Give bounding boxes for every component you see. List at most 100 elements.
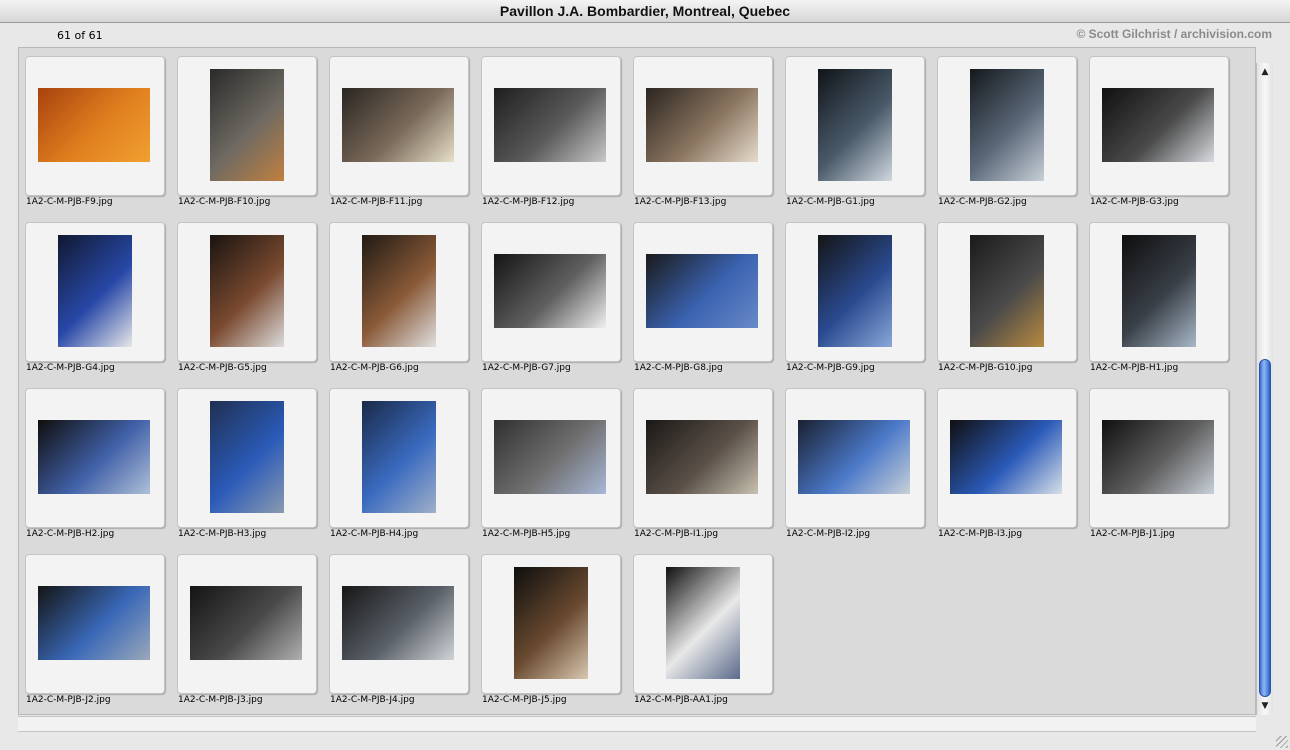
thumbnail-slide[interactable]: [329, 222, 469, 362]
thumbnail-item[interactable]: 1A2-C-M-PJB-H2.jpg: [25, 388, 175, 548]
thumbnail-image[interactable]: [818, 235, 892, 347]
thumbnail-caption: 1A2-C-M-PJB-G8.jpg: [634, 363, 723, 373]
thumbnail-image[interactable]: [342, 88, 454, 162]
thumbnail-item[interactable]: 1A2-C-M-PJB-G2.jpg: [937, 56, 1087, 216]
thumbnail-slide[interactable]: [633, 56, 773, 196]
thumbnail-image[interactable]: [494, 88, 606, 162]
thumbnail-slide[interactable]: [329, 388, 469, 528]
thumbnail-slide[interactable]: [177, 222, 317, 362]
thumbnail-item[interactable]: 1A2-C-M-PJB-H4.jpg: [329, 388, 479, 548]
thumbnail-item[interactable]: 1A2-C-M-PJB-G6.jpg: [329, 222, 479, 382]
thumbnail-slide[interactable]: [633, 388, 773, 528]
thumbnail-image[interactable]: [38, 420, 150, 494]
thumbnail-item[interactable]: 1A2-C-M-PJB-J3.jpg: [177, 554, 327, 714]
thumbnail-slide[interactable]: [177, 554, 317, 694]
thumbnail-slide[interactable]: [937, 56, 1077, 196]
thumbnail-image[interactable]: [494, 254, 606, 328]
thumbnail-image[interactable]: [210, 69, 284, 181]
thumbnail-item[interactable]: 1A2-C-M-PJB-H5.jpg: [481, 388, 631, 548]
thumbnail-image[interactable]: [646, 88, 758, 162]
thumbnail-image[interactable]: [646, 420, 758, 494]
thumbnail-slide[interactable]: [481, 388, 621, 528]
thumbnail-item[interactable]: 1A2-C-M-PJB-H3.jpg: [177, 388, 327, 548]
thumbnail-item[interactable]: 1A2-C-M-PJB-G5.jpg: [177, 222, 327, 382]
thumbnail-item[interactable]: 1A2-C-M-PJB-F11.jpg: [329, 56, 479, 216]
thumbnail-slide[interactable]: [25, 222, 165, 362]
thumbnail-item[interactable]: 1A2-C-M-PJB-J5.jpg: [481, 554, 631, 714]
thumbnail-slide[interactable]: [177, 56, 317, 196]
thumbnail-image[interactable]: [38, 88, 150, 162]
thumbnail-slide[interactable]: [785, 56, 925, 196]
thumbnail-slide[interactable]: [937, 388, 1077, 528]
thumbnail-image[interactable]: [362, 235, 436, 347]
thumbnail-item[interactable]: 1A2-C-M-PJB-G1.jpg: [785, 56, 935, 216]
thumbnail-item[interactable]: 1A2-C-M-PJB-G3.jpg: [1089, 56, 1239, 216]
thumbnail-item[interactable]: 1A2-C-M-PJB-G8.jpg: [633, 222, 783, 382]
thumbnail-caption: 1A2-C-M-PJB-F13.jpg: [634, 197, 727, 207]
thumbnail-item[interactable]: 1A2-C-M-PJB-F12.jpg: [481, 56, 631, 216]
thumbnail-image[interactable]: [210, 401, 284, 513]
thumbnail-slide[interactable]: [177, 388, 317, 528]
thumbnail-item[interactable]: 1A2-C-M-PJB-J1.jpg: [1089, 388, 1239, 548]
thumbnail-image[interactable]: [362, 401, 436, 513]
thumbnail-image[interactable]: [646, 254, 758, 328]
thumbnail-item[interactable]: 1A2-C-M-PJB-G7.jpg: [481, 222, 631, 382]
thumbnail-slide[interactable]: [633, 222, 773, 362]
thumbnail-image[interactable]: [970, 69, 1044, 181]
thumbnail-item[interactable]: 1A2-C-M-PJB-H1.jpg: [1089, 222, 1239, 382]
thumbnail-item[interactable]: 1A2-C-M-PJB-J2.jpg: [25, 554, 175, 714]
thumbnail-item[interactable]: 1A2-C-M-PJB-I2.jpg: [785, 388, 935, 548]
thumbnail-image[interactable]: [950, 420, 1062, 494]
thumbnail-item[interactable]: 1A2-C-M-PJB-F13.jpg: [633, 56, 783, 216]
thumbnail-image[interactable]: [58, 235, 132, 347]
thumbnail-slide[interactable]: [25, 388, 165, 528]
scroll-up-arrow-icon[interactable]: ▲: [1257, 65, 1273, 79]
thumbnail-item[interactable]: 1A2-C-M-PJB-I1.jpg: [633, 388, 783, 548]
thumbnail-caption: 1A2-C-M-PJB-G2.jpg: [938, 197, 1027, 207]
vertical-scrollbar[interactable]: ▲ ▼: [1256, 63, 1273, 715]
horizontal-scrollbar[interactable]: [18, 716, 1256, 732]
thumbnail-item[interactable]: 1A2-C-M-PJB-F9.jpg: [25, 56, 175, 216]
thumbnail-slide[interactable]: [937, 222, 1077, 362]
thumbnail-item[interactable]: 1A2-C-M-PJB-I3.jpg: [937, 388, 1087, 548]
thumbnail-slide[interactable]: [25, 554, 165, 694]
thumbnail-image[interactable]: [1122, 235, 1196, 347]
thumbnail-slide[interactable]: [25, 56, 165, 196]
scrollbar-thumb[interactable]: [1259, 359, 1271, 697]
thumbnail-caption: 1A2-C-M-PJB-I1.jpg: [634, 529, 719, 539]
thumbnail-image[interactable]: [514, 567, 588, 679]
thumbnail-image[interactable]: [798, 420, 910, 494]
thumbnail-item[interactable]: 1A2-C-M-PJB-J4.jpg: [329, 554, 479, 714]
thumbnail-item[interactable]: 1A2-C-M-PJB-G10.jpg: [937, 222, 1087, 382]
thumbnail-image[interactable]: [210, 235, 284, 347]
thumbnail-slide[interactable]: [785, 222, 925, 362]
thumbnail-slide[interactable]: [329, 56, 469, 196]
thumbnail-image[interactable]: [818, 69, 892, 181]
thumbnail-item[interactable]: 1A2-C-M-PJB-AA1.jpg: [633, 554, 783, 714]
thumbnail-image[interactable]: [190, 586, 302, 660]
thumbnail-item[interactable]: 1A2-C-M-PJB-G9.jpg: [785, 222, 935, 382]
thumbnail-slide[interactable]: [1089, 56, 1229, 196]
thumbnail-image[interactable]: [1102, 88, 1214, 162]
thumbnail-slide[interactable]: [1089, 222, 1229, 362]
thumbnail-item[interactable]: 1A2-C-M-PJB-F10.jpg: [177, 56, 327, 216]
thumbnail-slide[interactable]: [481, 554, 621, 694]
resize-grip-icon[interactable]: [1276, 736, 1288, 748]
thumbnail-slide[interactable]: [633, 554, 773, 694]
thumbnail-image[interactable]: [1102, 420, 1214, 494]
thumbnail-slide[interactable]: [481, 222, 621, 362]
thumbnail-image[interactable]: [38, 586, 150, 660]
thumbnail-image[interactable]: [494, 420, 606, 494]
thumbnail-image[interactable]: [342, 586, 454, 660]
thumbnail-slide[interactable]: [1089, 388, 1229, 528]
thumbnail-image[interactable]: [666, 567, 740, 679]
scroll-down-arrow-icon[interactable]: ▼: [1257, 699, 1273, 713]
thumbnail-caption: 1A2-C-M-PJB-H4.jpg: [330, 529, 419, 539]
thumbnail-slide[interactable]: [329, 554, 469, 694]
thumbnail-slide[interactable]: [785, 388, 925, 528]
thumbnail-item[interactable]: 1A2-C-M-PJB-G4.jpg: [25, 222, 175, 382]
thumbnail-slide[interactable]: [481, 56, 621, 196]
thumbnail-caption: 1A2-C-M-PJB-G6.jpg: [330, 363, 419, 373]
window-title: Pavillon J.A. Bombardier, Montreal, Queb…: [0, 0, 1290, 23]
thumbnail-image[interactable]: [970, 235, 1044, 347]
